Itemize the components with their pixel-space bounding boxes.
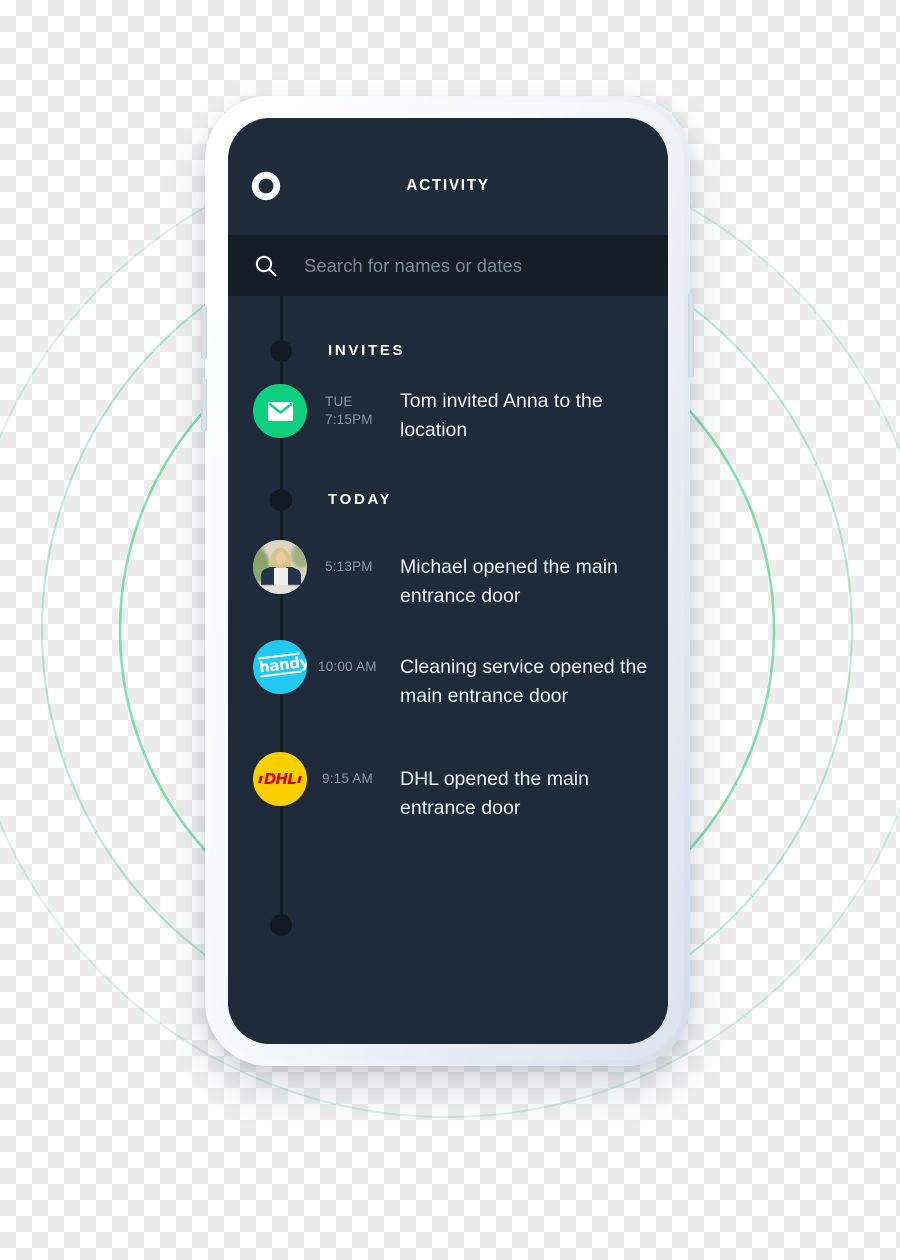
list-item-text: Tom invited Anna to the location — [400, 390, 603, 441]
volume-down-button[interactable] — [201, 378, 207, 432]
section-header-invites: INVITES — [328, 342, 406, 359]
activity-feed: INVITES TUE 7:15PM Tom invited Anna to t… — [228, 296, 668, 1044]
envelope-glyph — [267, 401, 293, 421]
list-item-text: DHL opened the main entrance door — [400, 768, 589, 819]
list-item-time: 5:13PM — [325, 559, 373, 574]
search-bar[interactable] — [228, 235, 668, 296]
page-title: ACTIVITY — [406, 177, 490, 194]
volume-up-button[interactable] — [201, 306, 207, 360]
list-item-text: Michael opened the main entrance door — [400, 556, 618, 607]
timeline-node-end — [270, 914, 292, 936]
dhl-logo-icon: DHL — [253, 752, 307, 806]
list-item-day: TUE — [325, 394, 353, 409]
timeline-node-invites — [270, 340, 292, 362]
app-header: ACTIVITY — [228, 118, 668, 235]
user-avatar — [253, 540, 307, 594]
timeline-node-today — [270, 489, 292, 511]
search-icon — [255, 255, 277, 276]
list-item-time: 10:00 AM — [318, 659, 377, 674]
list-item-text: Cleaning service opened the main entranc… — [400, 656, 648, 707]
handy-logo-icon: handy — [253, 640, 307, 694]
power-button[interactable] — [688, 292, 694, 378]
avatar-photo — [253, 540, 307, 594]
list-item-time: 7:15PM — [325, 412, 373, 427]
phone-device-mockup: ACTIVITY INVITES — [201, 96, 694, 1066]
search-input[interactable] — [304, 254, 648, 277]
phone-screen: ACTIVITY INVITES — [228, 118, 668, 1044]
mail-envelope-icon — [253, 384, 307, 438]
section-header-today: TODAY — [328, 491, 393, 508]
list-item-time: 9:15 AM — [322, 771, 373, 786]
